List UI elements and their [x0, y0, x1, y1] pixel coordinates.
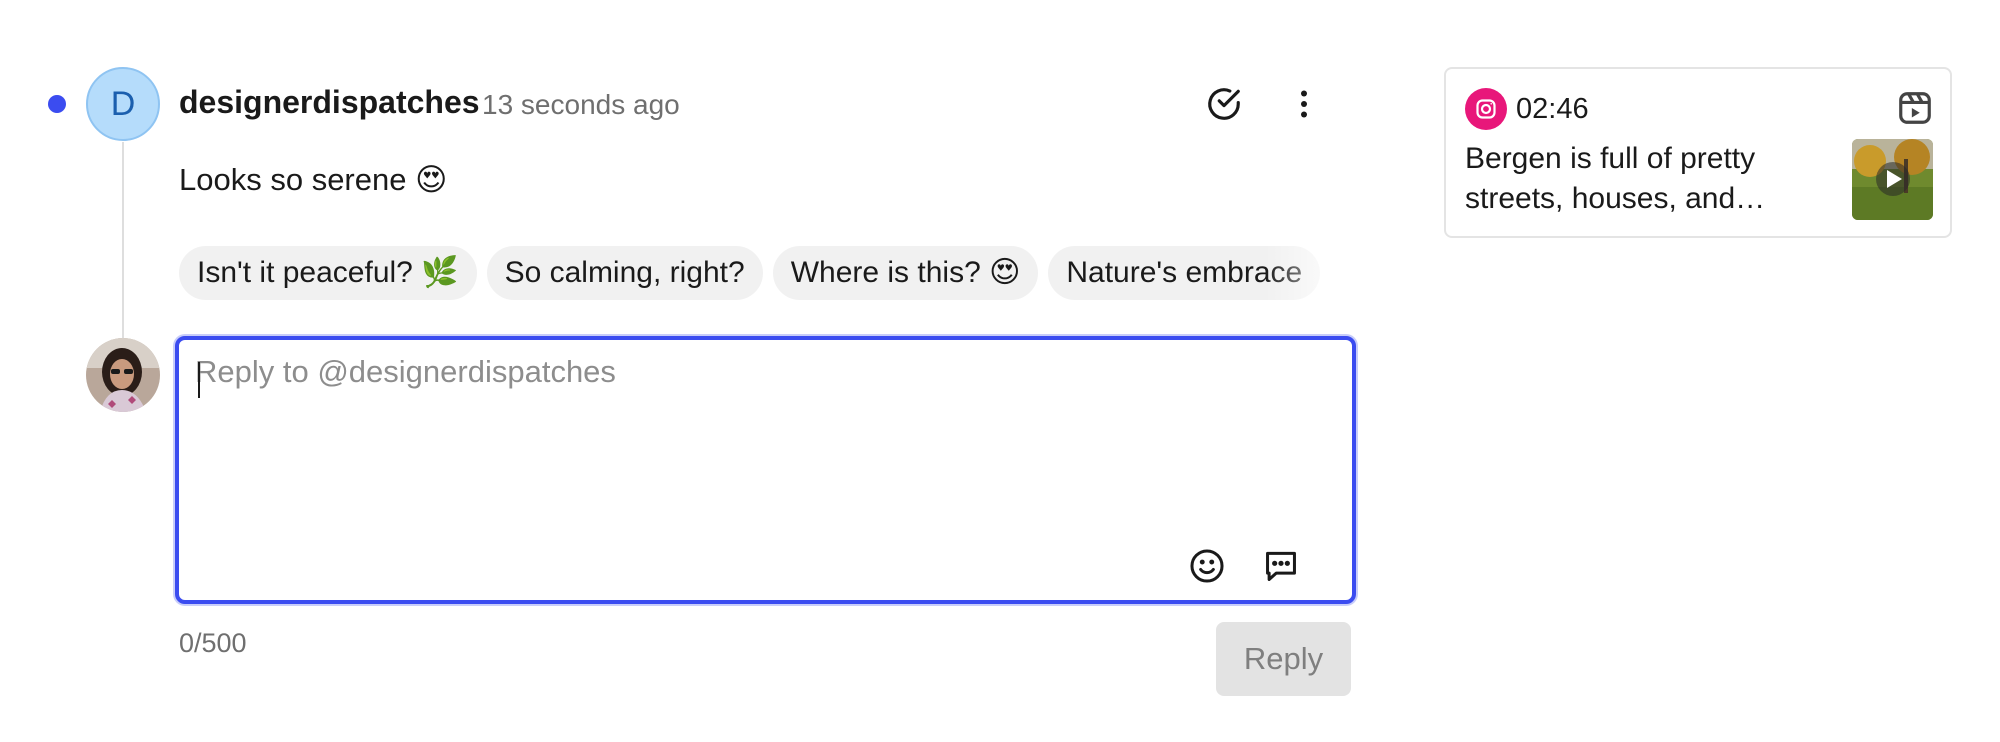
- more-options-button[interactable]: [1276, 76, 1332, 132]
- video-thumbnail-icon: [1852, 139, 1933, 220]
- suggestion-chip[interactable]: Where is this? 😍: [772, 246, 1039, 300]
- character-counter: 0/500: [179, 628, 247, 658]
- post-caption: Bergen is full of pretty streets, houses…: [1465, 142, 1756, 215]
- suggested-replies: Isn't it peaceful? 🌿 So calming, right? …: [179, 246, 1355, 302]
- text-cursor: [198, 362, 200, 398]
- suggestion-chip[interactable]: Isn't it peaceful? 🌿: [179, 246, 477, 300]
- post-preview-card[interactable]: 02:46 Bergen is full of pretty streets, …: [1444, 67, 1952, 238]
- comment-timestamp: 13 seconds ago: [482, 89, 680, 120]
- current-user-avatar: [86, 338, 160, 412]
- reply-button[interactable]: Reply: [1216, 622, 1351, 696]
- more-vertical-icon: [1301, 90, 1307, 118]
- reels-icon: [1899, 92, 1931, 124]
- author-avatar-letter: D: [110, 84, 136, 123]
- message-dots-icon: [1266, 551, 1296, 581]
- unread-indicator: [48, 95, 66, 113]
- instagram-icon: [1465, 88, 1507, 130]
- user-photo-icon: [86, 338, 160, 412]
- reply-input[interactable]: [195, 354, 1325, 524]
- saved-replies-button[interactable]: [1253, 538, 1309, 594]
- post-thumbnail[interactable]: [1852, 139, 1933, 220]
- mark-resolved-button[interactable]: [1196, 76, 1252, 132]
- emoji-picker-button[interactable]: [1179, 538, 1235, 594]
- reply-composer: [175, 336, 1356, 604]
- smiley-icon: [1190, 549, 1224, 583]
- suggestion-chip[interactable]: Nature's embrace: [1048, 246, 1321, 300]
- comment-body: Looks so serene 😍: [179, 162, 448, 197]
- check-circle-icon: [1208, 88, 1240, 120]
- post-duration: 02:46: [1516, 93, 1589, 125]
- suggestion-chip[interactable]: So calming, right?: [486, 246, 763, 300]
- thread-connector-line: [122, 142, 124, 338]
- comment-author[interactable]: designerdispatches: [179, 84, 480, 121]
- author-avatar: D: [86, 67, 160, 141]
